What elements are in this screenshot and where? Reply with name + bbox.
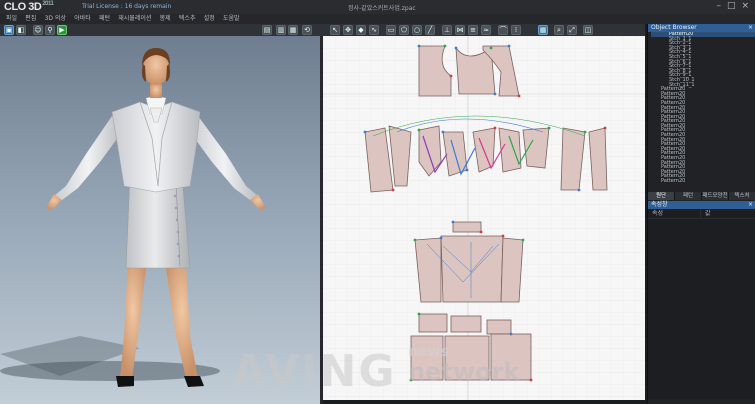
circle-icon[interactable]: ○: [412, 25, 422, 35]
zoom-icon[interactable]: ⌕: [554, 25, 564, 35]
simulate-icon[interactable]: ▶: [57, 25, 67, 35]
app-logo: CLO 3D2011: [4, 1, 54, 13]
window-title: 정사-같았스커트사업.zpac: [348, 5, 416, 12]
left-leg: [120, 264, 146, 378]
free-sew-icon[interactable]: ≈: [481, 25, 491, 35]
pattern-piece: [486, 319, 512, 335]
grid-icon[interactable]: ▦: [538, 25, 548, 35]
avatar-render: [0, 48, 266, 387]
pattern-piece: [444, 335, 490, 381]
fold-icon[interactable]: ⌒: [498, 25, 508, 35]
maximize-button[interactable]: □: [727, 1, 736, 11]
pattern-piece: [418, 313, 448, 333]
right-sleeve: [190, 116, 258, 200]
polygon-icon[interactable]: ⬠: [399, 25, 409, 35]
tab-fabric[interactable]: 원단: [648, 192, 675, 200]
license-status: Trial License : 16 days remain: [82, 3, 172, 10]
property-editor-title: 속성창: [651, 201, 668, 208]
close-icon[interactable]: ×: [748, 24, 755, 32]
menu-simulation[interactable]: 재시뮬레이션: [118, 14, 151, 24]
menu-file[interactable]: 파일: [6, 14, 17, 24]
property-editor-header: 속성창 ×: [648, 201, 755, 209]
rect-icon[interactable]: ▭: [386, 25, 396, 35]
menu-avatar[interactable]: 아바타: [74, 14, 91, 24]
menu-sewing[interactable]: 봉제: [160, 14, 171, 24]
view-back-icon[interactable]: ▦: [288, 25, 298, 35]
menu-3d-garment[interactable]: 3D 의상: [45, 14, 66, 24]
garment-icon[interactable]: ◧: [16, 25, 26, 35]
avatar-icon[interactable]: ☺: [33, 25, 43, 35]
window-controls: – □ ×: [716, 1, 749, 11]
2d-pattern-window[interactable]: [323, 36, 645, 400]
fit-icon[interactable]: ⤢: [567, 25, 577, 35]
menu-texture[interactable]: 텍스추: [179, 14, 196, 24]
pattern-piece: [410, 335, 444, 381]
object-browser-tree[interactable]: Pattern20 Stch_1_1 Stch_2_1 Stch_3_1 Stch_4_…: [648, 32, 755, 190]
reset-view-icon[interactable]: ⟲: [302, 25, 312, 35]
pattern-piece: [498, 127, 522, 173]
left-sleeve: [54, 116, 122, 200]
sew-icon[interactable]: ⋈: [455, 25, 465, 35]
menu-help[interactable]: 도움말: [223, 14, 240, 24]
property-key: 속성: [648, 209, 701, 218]
neck: [150, 84, 162, 98]
right-shoe: [184, 376, 204, 387]
segment-sew-icon[interactable]: ≡: [468, 25, 478, 35]
show-sew-icon[interactable]: ⁞: [511, 25, 521, 35]
pattern-canvas: [323, 36, 645, 400]
view-front-icon[interactable]: ▤: [262, 25, 272, 35]
pattern-piece: [490, 333, 532, 381]
tab-button[interactable]: 패드모양천: [702, 192, 729, 200]
layout-icon[interactable]: ◫: [583, 25, 593, 35]
object-browser-title: Object Browser: [651, 24, 697, 31]
right-leg: [166, 264, 198, 378]
menu-edit[interactable]: 편집: [25, 14, 36, 24]
3d-viewport[interactable]: [0, 36, 320, 404]
select-icon[interactable]: ↖: [330, 25, 340, 35]
pattern-piece: [500, 237, 524, 303]
edit-point-icon[interactable]: ◆: [356, 25, 366, 35]
tree-item[interactable]: Pattern20: [651, 179, 755, 184]
tab-pattern[interactable]: 패턴: [675, 192, 702, 200]
3d-view-icon[interactable]: ▣: [4, 25, 14, 35]
close-button[interactable]: ×: [741, 1, 749, 11]
menu-settings[interactable]: 설정: [204, 14, 215, 24]
property-value: 값: [705, 210, 711, 217]
curve-icon[interactable]: ∿: [369, 25, 379, 35]
property-row: 속성 값: [648, 209, 755, 219]
left-shoe: [116, 376, 134, 387]
notch-icon[interactable]: ⊥: [442, 25, 452, 35]
title-bar: CLO 3D2011 Trial License : 16 days remai…: [0, 0, 755, 15]
right-panel: Object Browser × Pattern20 Stch_1_1 Stch_2…: [647, 24, 755, 404]
internal-line-icon[interactable]: ╱: [425, 25, 435, 35]
app-version: 2011: [42, 1, 54, 7]
view-side-icon[interactable]: ▥: [276, 25, 286, 35]
menu-bar: 파일 편집 3D 의상 아바타 패턴 재시뮬레이션 봉제 텍스추 설정 도움말: [0, 14, 755, 24]
tab-texture[interactable]: 텍스처: [729, 192, 755, 200]
walk-icon[interactable]: ⚲: [45, 25, 55, 35]
pattern-piece: [450, 315, 482, 333]
menu-pattern[interactable]: 패턴: [99, 14, 110, 24]
library-tabs: 원단 패턴 패드모양천 텍스처: [648, 192, 755, 200]
pattern-piece: [522, 127, 550, 169]
close-icon[interactable]: ×: [748, 201, 755, 209]
pattern-piece: [440, 235, 504, 303]
waistband-piece: [452, 221, 482, 233]
property-editor[interactable]: 속성 값: [648, 209, 755, 399]
app-logo-text: CLO 3D: [4, 1, 42, 13]
move-icon[interactable]: ✥: [343, 25, 353, 35]
object-browser-header: Object Browser ×: [648, 24, 755, 32]
minimize-button[interactable]: –: [716, 1, 721, 11]
